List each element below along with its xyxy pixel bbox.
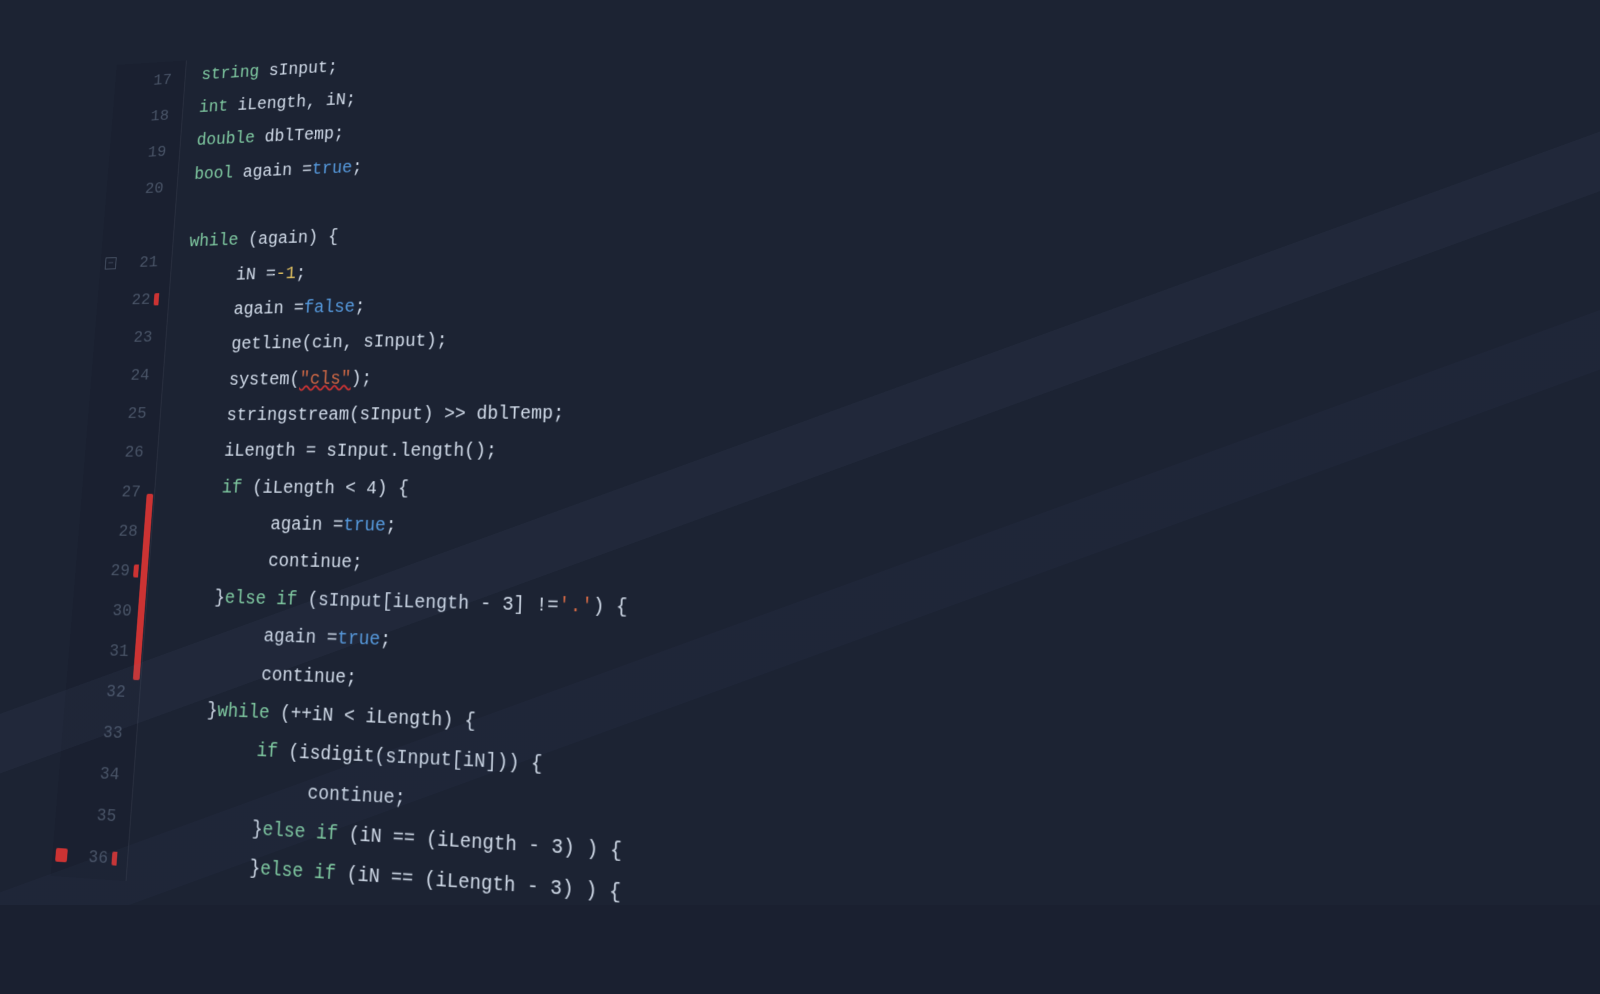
token-kw-double: double (196, 131, 255, 151)
token-plain-29b: ; (385, 517, 397, 536)
token-plain-24: getline(cin, sInput); (231, 333, 448, 355)
token-kw-if-31: if (276, 591, 298, 611)
token-bool-true-20: true (311, 160, 352, 179)
token-bool-true-29: true (343, 517, 386, 537)
tilt-wrapper: 17 18 19 20 − 21 22 23 24 25 26 (51, 0, 1600, 994)
token-plain-36: continue; (307, 784, 406, 809)
token-plain-20a: again = (232, 162, 312, 183)
token-bool-true-32: true (337, 630, 381, 651)
token-plain-22a: iN = (235, 266, 276, 285)
token-plain-32a: again = (263, 628, 338, 649)
token-kw-else-31: else (224, 590, 266, 610)
token-plain-20b: ; (352, 159, 363, 177)
token-plain-22b: ; (295, 265, 306, 283)
token-plain-26: stringstream(sInput) >> dblTemp; (226, 405, 564, 426)
code-area: string sInput; int iLength, iN; double d… (126, 0, 1600, 994)
token-plain-30: continue; (268, 553, 363, 574)
token-plain-25b: ); (351, 370, 373, 389)
token-kw-else-38: else (260, 860, 304, 883)
token-kw-if-38: if (313, 864, 336, 886)
token-kw-while-34: while (217, 702, 270, 724)
editor-container: 17 18 19 20 − 21 22 23 24 25 26 (0, 0, 1600, 905)
token-plain-19: dblTemp; (254, 126, 344, 148)
token-bool-false-23: false (303, 299, 355, 318)
token-plain-27: iLength = sInput.length(); (224, 443, 498, 462)
token-kw-int: int (198, 99, 228, 117)
token-num-22: -1 (275, 265, 296, 283)
token-plain-21: (again) { (238, 229, 339, 250)
token-plain-38c: ( (335, 865, 358, 887)
token-plain-23a: again = (233, 300, 304, 319)
token-plain-38d: iN == (iLength - 3) ) { (357, 867, 621, 905)
code-line-27: iLength = sInput.length(); (223, 430, 1600, 474)
token-str-dot-31: '.' (558, 597, 593, 618)
token-plain-31c: (sInput[iLength - 3] != (297, 591, 559, 617)
token-plain-33: continue; (261, 666, 357, 689)
token-plain-23b: ; (354, 299, 365, 317)
token-kw-if-37: if (316, 824, 339, 846)
token-plain-34b: (++iN < iLength) { (269, 704, 476, 732)
token-plain-18: iLength, iN; (227, 92, 356, 116)
token-plain-31d: ) { (593, 598, 628, 619)
token-kw-if-35: if (256, 742, 278, 763)
token-plain-17: sInput; (259, 59, 339, 81)
token-str-cls: "cls" (299, 370, 351, 389)
token-kw-bool: bool (194, 165, 234, 184)
token-plain-29a: again = (270, 516, 344, 536)
token-kw-else-37: else (262, 821, 306, 844)
token-plain-28: (iLength < 4) { (242, 479, 410, 499)
token-plain-32b: ; (380, 631, 392, 651)
token-kw-if-28: if (221, 479, 242, 498)
token-kw-while-21: while (189, 233, 239, 252)
token-kw-string: string (201, 64, 260, 84)
collapse-icon-21[interactable]: − (105, 257, 117, 269)
token-plain-25a: system( (228, 371, 300, 390)
token-plain-35: (isdigit(sInput[iN])) { (277, 743, 543, 776)
